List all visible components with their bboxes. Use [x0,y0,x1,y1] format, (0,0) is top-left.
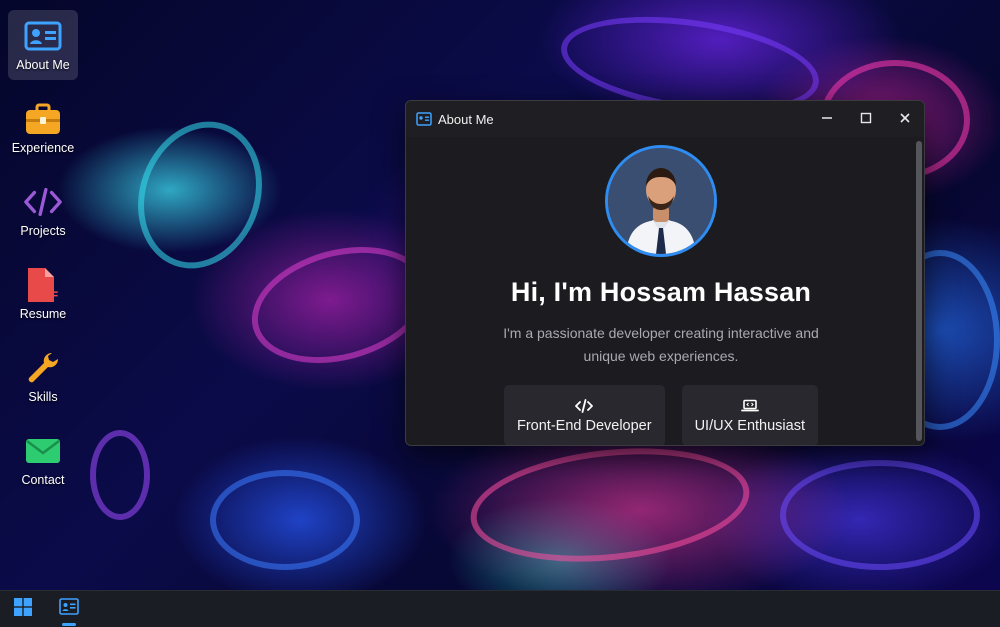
start-button[interactable] [0,591,46,627]
desktop-icon-resume[interactable]: PDF Resume [8,259,78,329]
wrench-icon [23,350,63,386]
code-icon [23,184,63,220]
about-me-window: About Me Hi, I'm Hossam Hassan I'm a pas… [405,100,925,446]
role-label: Front-End Developer [516,417,652,434]
maximize-button[interactable] [846,101,885,137]
desktop-icon-contact[interactable]: Contact [8,425,78,495]
desktop-icon-label: Resume [19,307,67,321]
desktop-icon-label: Experience [11,141,75,155]
laptop-code-icon [740,398,759,414]
scrollbar-thumb[interactable] [916,141,922,441]
briefcase-icon [23,101,63,137]
window-title: About Me [438,111,494,127]
taskbar-app-about-me[interactable] [46,591,92,627]
pdf-file-icon: PDF [23,267,63,303]
desktop-icon-label: About Me [16,58,70,72]
minimize-button[interactable] [807,101,846,137]
minimize-icon [821,112,833,127]
envelope-icon [23,433,63,469]
window-content: Hi, I'm Hossam Hassan I'm a passionate d… [406,137,916,445]
role-label: UI/UX Enthusiast [694,417,805,434]
role-front-end-developer[interactable]: Front-End Developer [503,385,665,445]
desktop-icon-about-me[interactable]: About Me [8,10,78,80]
active-app-indicator [62,622,76,626]
id-card-icon [59,598,79,620]
desktop-icons: About Me Experience Projects PDF Resume … [8,10,78,508]
window-titlebar[interactable]: About Me [406,101,924,137]
role-badges: Front-End Developer UI/UX Enthusiast [503,385,818,445]
id-card-icon [416,112,432,126]
close-button[interactable] [885,101,924,137]
desktop-icon-projects[interactable]: Projects [8,176,78,246]
role-ui-ux-enthusiast[interactable]: UI/UX Enthusiast [681,385,818,445]
taskbar [0,590,1000,627]
desktop-icon-label: Skills [28,390,58,404]
desktop-icon-label: Projects [20,224,66,238]
desktop-icon-skills[interactable]: Skills [8,342,78,412]
close-icon [899,112,911,127]
windows-logo-icon [13,597,33,622]
desktop-icon-label: Contact [21,473,65,487]
profile-name-heading: Hi, I'm Hossam Hassan [510,277,812,307]
window-scrollbar[interactable] [914,137,924,445]
svg-text:PDF: PDF [36,290,58,302]
profile-bio: I'm a passionate developer creating inte… [503,325,819,364]
desktop-icon-experience[interactable]: Experience [8,93,78,163]
maximize-icon [860,112,872,127]
code-icon [575,398,594,414]
profile-avatar [605,145,717,257]
id-card-icon [23,18,63,54]
